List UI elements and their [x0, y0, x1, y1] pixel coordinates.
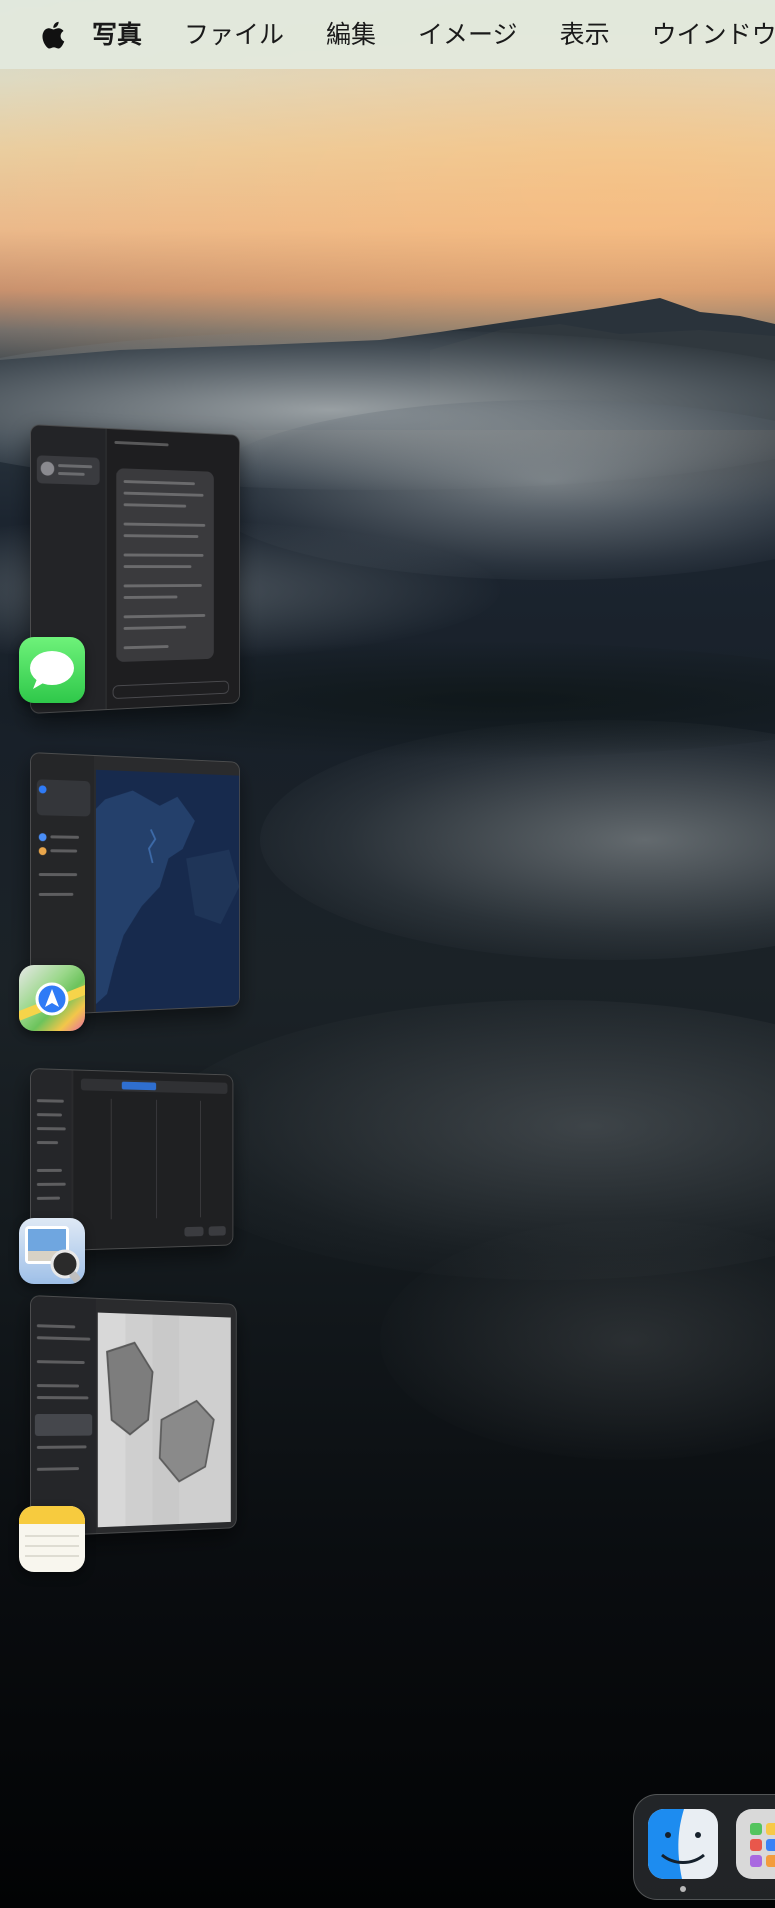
menu-view[interactable]: 表示	[560, 0, 610, 69]
menu-edit[interactable]: 編集	[326, 0, 376, 69]
notes-window-thumbnail[interactable]	[30, 1295, 237, 1537]
stage-window-notes[interactable]	[19, 1295, 260, 1585]
maps-icon[interactable]	[19, 965, 85, 1031]
finder-icon[interactable]	[648, 1809, 718, 1879]
preview-file-browser	[73, 1070, 233, 1250]
menu-image[interactable]: イメージ	[418, 0, 518, 69]
menu-app-name[interactable]: 写真	[92, 0, 142, 69]
cloud-bank	[260, 720, 775, 960]
preview-icon[interactable]	[19, 1218, 85, 1284]
apple-logo-icon[interactable]	[38, 18, 66, 52]
finder-running-indicator	[680, 1886, 686, 1892]
mountain-silhouette	[0, 298, 775, 430]
messages-icon[interactable]	[19, 637, 85, 703]
notes-icon[interactable]	[19, 1506, 85, 1572]
dock	[633, 1794, 775, 1900]
notes-editor	[97, 1312, 231, 1528]
desktop: 写真 ファイル 編集 イメージ 表示 ウインドウ	[0, 0, 775, 1908]
cloud-bank	[380, 1220, 775, 1460]
stage-window-maps[interactable]	[19, 752, 260, 1042]
notes-list	[30, 1296, 96, 1536]
messages-conversation	[107, 428, 240, 710]
cloud-bank	[200, 400, 775, 580]
menu-window[interactable]: ウインドウ	[652, 0, 775, 69]
launchpad-icon[interactable]	[736, 1809, 775, 1879]
stage-window-messages[interactable]	[19, 424, 260, 714]
menu-bar: 写真 ファイル 編集 イメージ 表示 ウインドウ	[0, 0, 775, 69]
maps-view	[95, 769, 240, 1012]
menu-file[interactable]: ファイル	[184, 0, 284, 69]
